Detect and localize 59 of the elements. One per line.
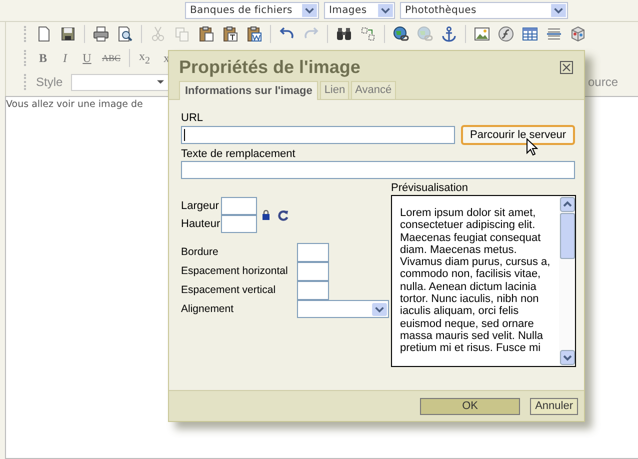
horizontal-spacing-field[interactable] xyxy=(297,262,329,281)
flash-icon[interactable] xyxy=(498,26,514,42)
image-icon[interactable] xyxy=(474,26,490,42)
url-field[interactable] xyxy=(181,126,455,144)
format-button[interactable]: U xyxy=(80,50,94,66)
alignment-dropdown[interactable] xyxy=(297,300,389,318)
ok-button[interactable]: OK xyxy=(420,398,520,414)
anchor-icon[interactable] xyxy=(441,26,457,42)
height-field[interactable] xyxy=(221,215,258,233)
caret-icon xyxy=(156,80,164,84)
scroll-down-icon[interactable] xyxy=(560,350,575,365)
document-icon[interactable] xyxy=(36,26,52,42)
alignment-label: Alignement xyxy=(181,302,235,317)
scrollbar-thumb[interactable] xyxy=(560,213,575,259)
printer-icon[interactable] xyxy=(93,26,109,42)
dropdown[interactable]: Images xyxy=(324,2,395,19)
scroll-up-icon[interactable] xyxy=(560,197,575,212)
close-icon[interactable] xyxy=(560,61,573,74)
lock-icon[interactable] xyxy=(262,210,270,220)
height-label: Hauteur xyxy=(181,217,220,231)
dropdown[interactable]: Banques de fichiers xyxy=(185,2,319,19)
floppy-icon[interactable] xyxy=(60,26,76,42)
preview-icon[interactable] xyxy=(117,26,133,42)
border-label: Bordure xyxy=(181,245,220,260)
binoculars-icon[interactable] xyxy=(336,26,352,42)
dialog-title: Propriétés de l'image xyxy=(179,57,360,78)
tab[interactable]: Informations sur l'image xyxy=(179,81,318,100)
horizontal-spacing-label: Espacement horizontal xyxy=(181,264,289,279)
cancel-button[interactable]: Annuler xyxy=(530,398,578,414)
preview-label: Prévisualisation xyxy=(391,182,470,195)
dropdown[interactable]: Photothèques xyxy=(400,2,568,19)
tab[interactable]: Avancé xyxy=(351,81,396,99)
preview-text: Lorem ipsum dolor sit amet, consectetuer adipiscing elit. Maecenas feugiat consequat diam. Maecenas metus. Vivamus diam purus, cursus a, commodo non, facilisis vitae, nulla. Aenean dictum lacinia tortor. Nunc iaculis, nibh non iaculis aliquam, orci felis euismod neque, sed ornare massa mauris sed velit. Nulla pretium mi et risus. Fusce mi xyxy=(399,206,552,356)
clipboard-icon[interactable] xyxy=(246,26,262,42)
width-field[interactable] xyxy=(221,197,258,215)
alt-text-field[interactable] xyxy=(181,161,575,179)
format-button[interactable]: B xyxy=(36,50,50,66)
clipboard-icon[interactable] xyxy=(198,26,214,42)
table-icon[interactable] xyxy=(522,26,538,42)
clipboard-icon[interactable] xyxy=(222,26,238,42)
format-button[interactable]: x$_{2}$ xyxy=(138,49,152,67)
refresh-icon[interactable] xyxy=(278,210,290,220)
border-field[interactable] xyxy=(297,243,329,262)
scrollbar[interactable] xyxy=(559,196,575,366)
style-label: Style xyxy=(36,75,63,89)
mouse-pointer-icon xyxy=(526,138,538,156)
url-label: URL xyxy=(181,112,204,125)
browse-server-button[interactable]: Parcourir le serveur xyxy=(461,125,575,145)
format-button[interactable]: I xyxy=(58,50,72,66)
width-label: Largeur xyxy=(181,199,220,213)
vertical-spacing-label: Espacement vertical xyxy=(181,283,277,298)
format-button[interactable]: ABC xyxy=(102,53,121,63)
globe-icon[interactable] xyxy=(393,26,409,42)
alt-text-label: Texte de remplacement xyxy=(181,148,296,161)
horizontal-lines-icon[interactable] xyxy=(546,26,562,42)
cube-icon[interactable] xyxy=(570,26,586,42)
tab[interactable]: Lien xyxy=(320,81,350,99)
vertical-spacing-field[interactable] xyxy=(297,281,329,300)
editor-text: Vous allez voir une image de xyxy=(6,99,143,110)
